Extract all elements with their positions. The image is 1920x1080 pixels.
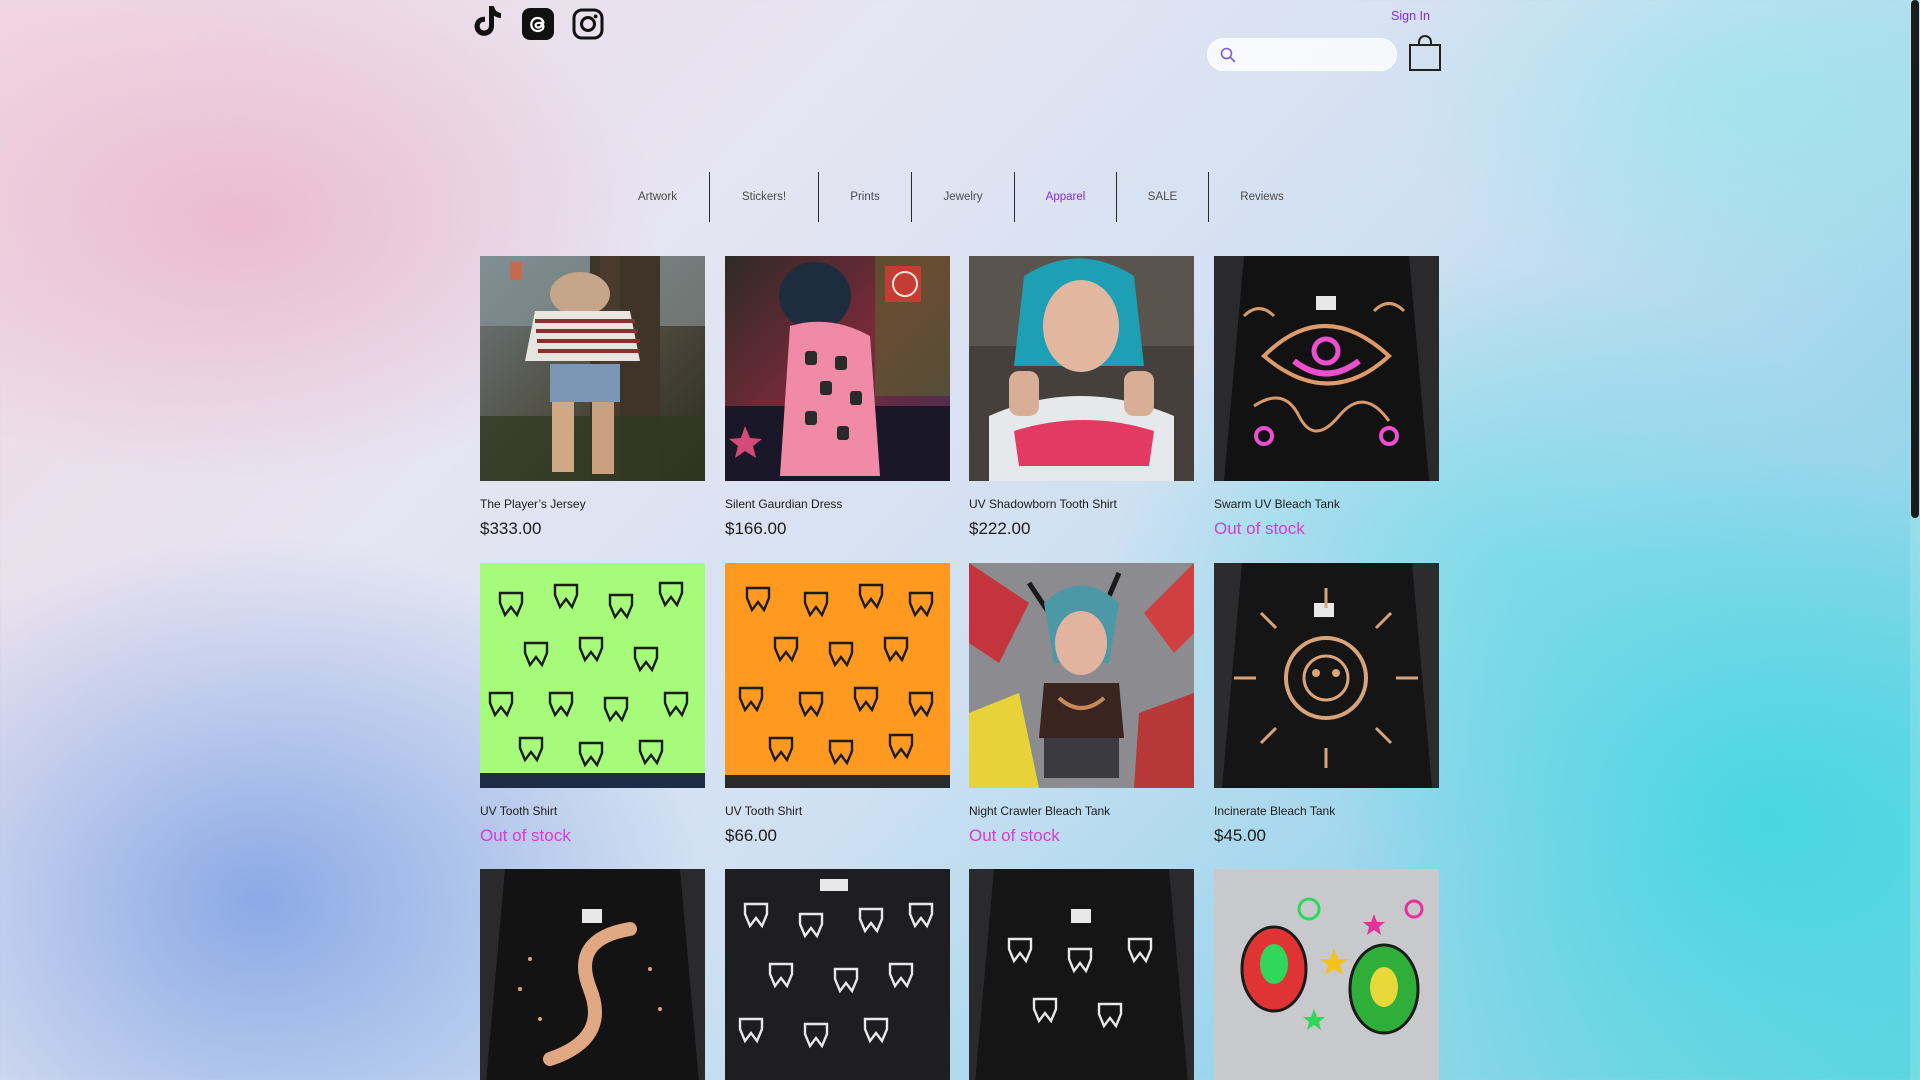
page-scrollbar-thumb[interactable] <box>1911 0 1919 518</box>
shopping-bag-icon[interactable] <box>1408 34 1442 77</box>
product-name[interactable]: UV Tooth Shirt <box>725 804 802 818</box>
product-image[interactable] <box>480 563 705 788</box>
search-input[interactable] <box>1242 45 1387 65</box>
product-image[interactable] <box>1214 256 1439 481</box>
product-image[interactable] <box>1214 869 1439 1080</box>
product-image[interactable] <box>480 256 705 481</box>
nav-reviews[interactable]: Reviews <box>1209 172 1315 222</box>
product-price: $45.00 <box>1214 826 1266 845</box>
product-price: Out of stock <box>1214 519 1305 538</box>
product-card[interactable]: The Player’s Jersey $333.00 <box>480 256 705 538</box>
product-name[interactable]: UV Shadowborn Tooth Shirt <box>969 497 1117 511</box>
product-image[interactable] <box>969 869 1194 1080</box>
nav-prints[interactable]: Prints <box>819 172 911 222</box>
product-card[interactable]: UV Shadowborn Tooth Shirt $222.00 <box>969 256 1194 538</box>
tiktok-icon[interactable] <box>470 2 506 42</box>
product-name[interactable]: Silent Gaurdian Dress <box>725 497 842 511</box>
product-image[interactable] <box>725 869 950 1080</box>
product-name[interactable]: UV Tooth Shirt <box>480 804 557 818</box>
product-image[interactable] <box>969 256 1194 481</box>
product-name[interactable]: Incinerate Bleach Tank <box>1214 804 1335 818</box>
product-price: Out of stock <box>969 826 1060 845</box>
product-card[interactable] <box>725 869 950 1080</box>
product-price: Out of stock <box>480 826 571 845</box>
nav-apparel[interactable]: Apparel <box>1015 172 1116 222</box>
product-image[interactable] <box>725 256 950 481</box>
product-card[interactable]: Silent Gaurdian Dress $166.00 <box>725 256 950 538</box>
nav-artwork[interactable]: Artwork <box>606 172 709 222</box>
sign-in-link[interactable]: Sign In <box>1391 9 1430 23</box>
product-name[interactable]: The Player’s Jersey <box>480 497 586 511</box>
product-image[interactable] <box>725 563 950 788</box>
product-image[interactable] <box>969 563 1194 788</box>
product-card[interactable]: Night Crawler Bleach Tank Out of stock <box>969 563 1194 845</box>
product-price: $166.00 <box>725 519 787 538</box>
search-icon <box>1220 47 1236 68</box>
product-price: $66.00 <box>725 826 777 845</box>
product-card[interactable]: Incinerate Bleach Tank $45.00 <box>1214 563 1439 845</box>
product-price: $333.00 <box>480 519 542 538</box>
product-card[interactable]: UV Tooth Shirt Out of stock <box>480 563 705 845</box>
nav-jewelry[interactable]: Jewelry <box>912 172 1014 222</box>
nav-sale[interactable]: SALE <box>1117 172 1208 222</box>
main-nav: Artwork Stickers! Prints Jewelry Apparel… <box>606 172 1315 222</box>
product-card[interactable] <box>969 869 1194 1080</box>
product-name[interactable]: Night Crawler Bleach Tank <box>969 804 1110 818</box>
product-card[interactable] <box>1214 869 1439 1080</box>
product-card[interactable]: Swarm UV Bleach Tank Out of stock <box>1214 256 1439 538</box>
product-name[interactable]: Swarm UV Bleach Tank <box>1214 497 1340 511</box>
product-image[interactable] <box>1214 563 1439 788</box>
search-bar[interactable] <box>1207 38 1397 71</box>
instagram-icon[interactable] <box>570 4 606 44</box>
product-price: $222.00 <box>969 519 1031 538</box>
product-card[interactable]: UV Tooth Shirt $66.00 <box>725 563 950 845</box>
product-image[interactable] <box>480 869 705 1080</box>
nav-stickers[interactable]: Stickers! <box>710 172 818 222</box>
product-card[interactable] <box>480 869 705 1080</box>
threads-icon[interactable] <box>520 4 556 44</box>
